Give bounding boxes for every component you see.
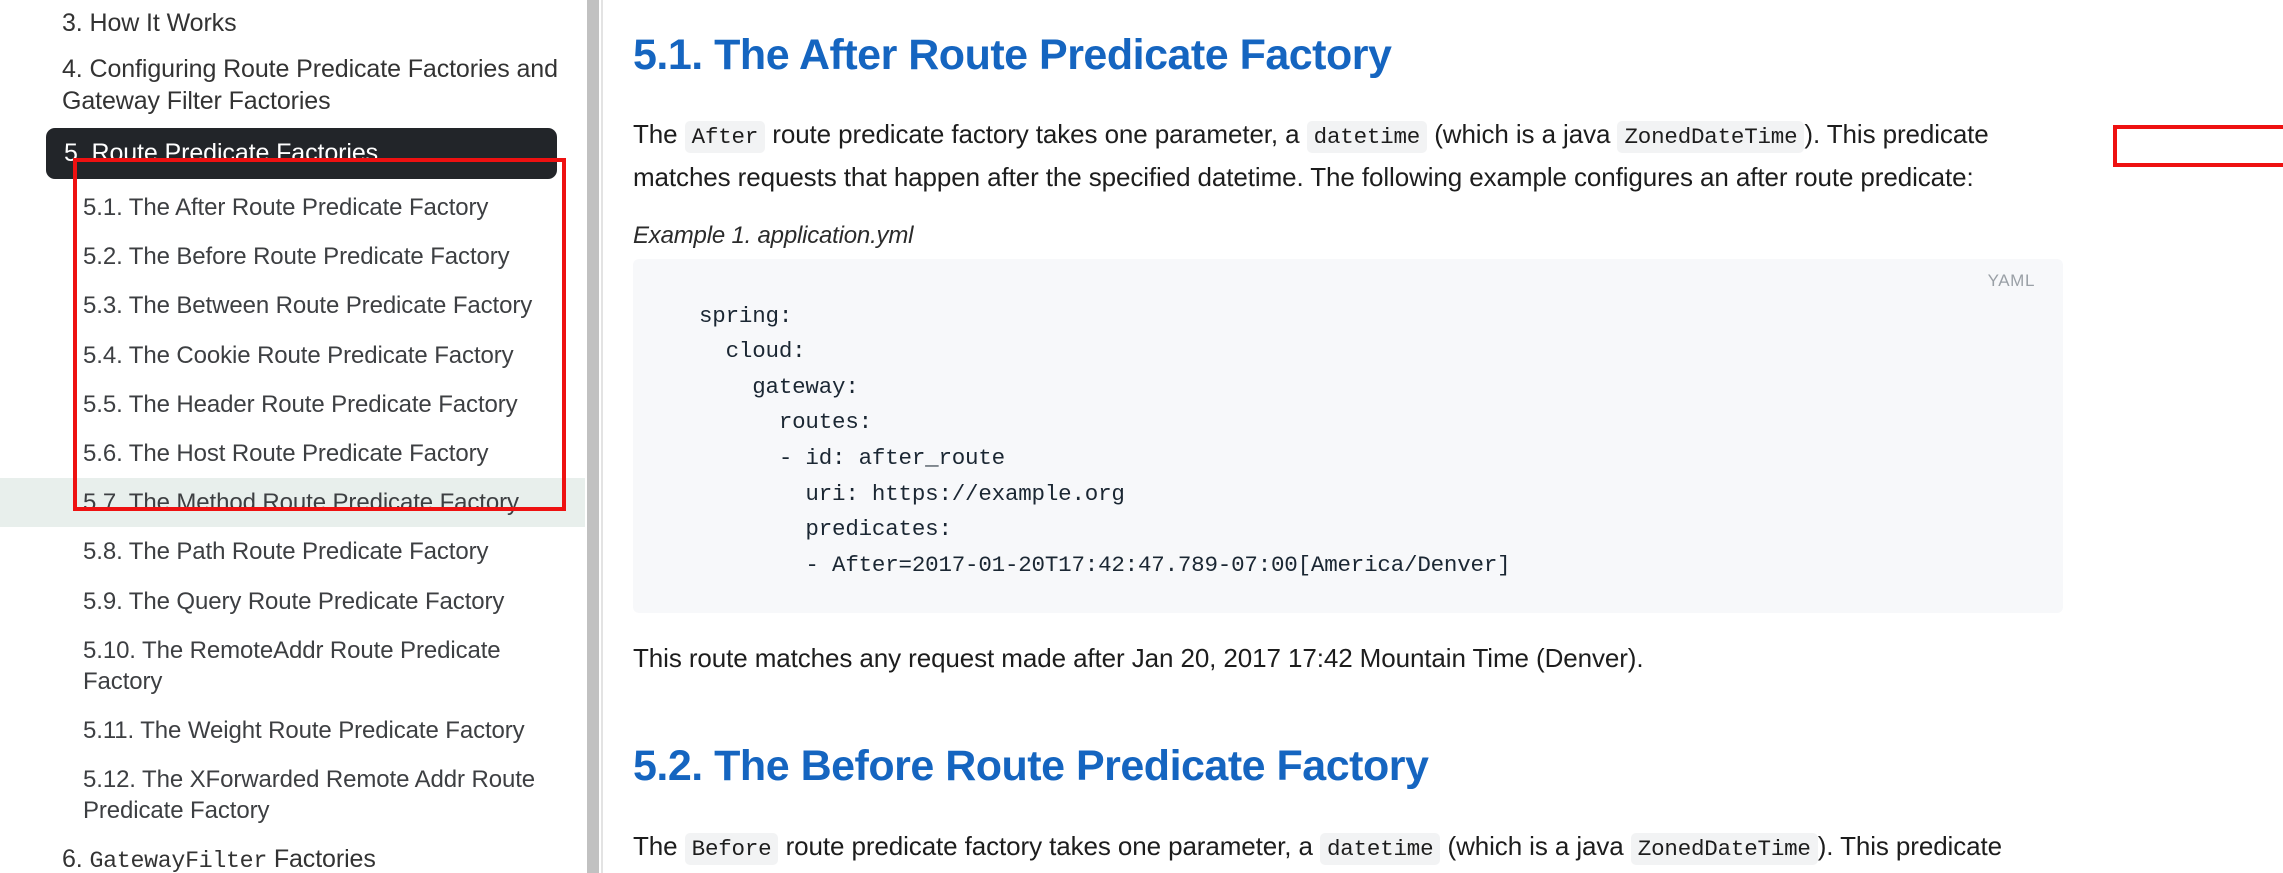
text-51-a: The [633, 119, 685, 150]
toc-list: 3. How It Works 4. Configuring Route Pre… [0, 0, 585, 873]
sidebar-subitem-after[interactable]: 5.1. The After Route Predicate Factory [0, 183, 585, 232]
sidebar-subitem-weight[interactable]: 5.11. The Weight Route Predicate Factory [0, 706, 585, 755]
sidebar-item-gatewayfilter-mono: GatewayFilter [89, 847, 268, 873]
paragraph-51-intro: The After route predicate factory takes … [633, 113, 2068, 198]
sidebar-item-gatewayfilter-prefix: 6. [62, 844, 90, 873]
inline-code-zoneddatetime-1: ZonedDateTime [1617, 121, 1805, 154]
sidebar-item-gatewayfilter-factories[interactable]: 6. GatewayFilter Factories [0, 836, 585, 873]
sidebar-toc[interactable]: 3. How It Works 4. Configuring Route Pre… [0, 0, 585, 873]
sidebar-subitem-header[interactable]: 5.5. The Header Route Predicate Factory [0, 380, 585, 429]
sidebar-subitem-method[interactable]: 5.7. The Method Route Predicate Factory [0, 478, 585, 528]
sidebar-subitem-remoteaddr[interactable]: 5.10. The RemoteAddr Route Predicate Fac… [0, 626, 585, 706]
inline-code-datetime-1: datetime [1306, 121, 1428, 154]
sidebar-item-route-predicate-factories[interactable]: 5. Route Predicate Factories [46, 128, 557, 179]
sidebar-subitem-before[interactable]: 5.2. The Before Route Predicate Factory [0, 232, 585, 281]
sidebar-subitem-cookie[interactable]: 5.4. The Cookie Route Predicate Factory [0, 331, 585, 380]
toc-sublist-route-predicate-factories: 5.1. The After Route Predicate Factory 5… [0, 183, 585, 836]
annotation-rect-zoneddatetime [2113, 125, 2283, 167]
code-content: spring: cloud: gateway: routes: - id: af… [699, 302, 1511, 578]
sidebar-subitem-query[interactable]: 5.9. The Query Route Predicate Factory [0, 577, 585, 626]
page-title-section-52: 5.2. The Before Route Predicate Factory [633, 742, 1429, 791]
code-language-label: YAML [1987, 270, 2035, 290]
inline-code-before: Before [684, 832, 779, 865]
sidebar-item-how-it-works[interactable]: 3. How It Works [0, 0, 585, 46]
main-content: 5.1. The After Route Predicate Factory T… [585, 0, 2283, 873]
sidebar-item-gatewayfilter-suffix: Factories [266, 844, 376, 873]
sidebar-subitem-between[interactable]: 5.3. The Between Route Predicate Factory [0, 281, 585, 330]
text-52-b: route predicate factory takes one parame… [778, 830, 1320, 861]
text-52-c: (which is a java [1440, 830, 1631, 861]
paragraph-52-intro: The Before route predicate factory takes… [633, 825, 2068, 873]
text-51-c: (which is a java [1427, 119, 1618, 150]
text-52-a: The [633, 830, 685, 861]
page-title-section-51: 5.1. The After Route Predicate Factory [633, 31, 1392, 79]
code-block-yaml-after-route: YAML spring: cloud: gateway: routes: - i… [633, 258, 2063, 614]
paragraph-51-outro: This route matches any request made afte… [633, 643, 1644, 674]
sidebar-scrollbar-thumb[interactable] [587, 0, 599, 873]
sidebar-item-configuring-factories[interactable]: 4. Configuring Route Predicate Factories… [0, 46, 585, 124]
sidebar-subitem-host[interactable]: 5.6. The Host Route Predicate Factory [0, 429, 585, 478]
sidebar-subitem-xforwarded[interactable]: 5.12. The XForwarded Remote Addr Route P… [0, 755, 585, 835]
sidebar-divider [601, 0, 603, 873]
text-51-b: route predicate factory takes one parame… [765, 119, 1307, 150]
sidebar-scrollbar[interactable] [585, 0, 601, 873]
inline-code-datetime-2: datetime [1319, 832, 1441, 865]
sidebar-subitem-path[interactable]: 5.8. The Path Route Predicate Factory [0, 527, 585, 576]
documentation-page: 3. How It Works 4. Configuring Route Pre… [0, 0, 2283, 873]
inline-code-zoneddatetime-2: ZonedDateTime [1630, 832, 1818, 865]
example-caption-1: Example 1. application.yml [633, 221, 914, 249]
inline-code-after: After [684, 121, 766, 154]
content-inner: 5.1. The After Route Predicate Factory T… [633, 0, 2068, 873]
